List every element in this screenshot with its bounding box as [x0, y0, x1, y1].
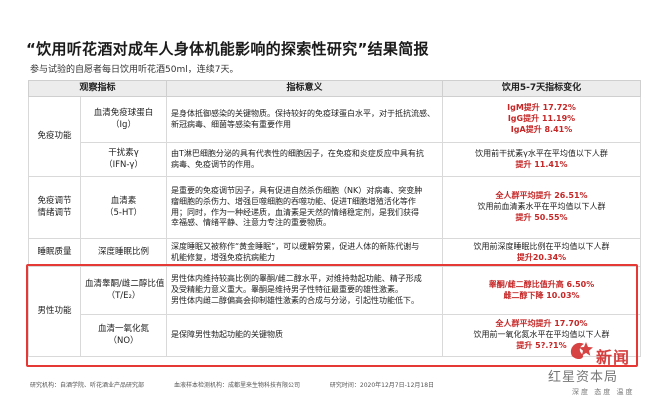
meaning-no: 是保障男性勃起功能的关键物质 [166, 314, 444, 357]
table-row: 血清一氧化氮 （NO） 是保障男性勃起功能的关键物质 全人群平均提升 17.70… [29, 314, 642, 357]
footer-lab: 血液样本检测机构：成都里来生物科技有限公司 [173, 382, 300, 389]
table-row: 男性功能 血清睾酮/雌二醇比值 （T/E₂） 男性体内维持较高比例的睾酮/雌二醇… [28, 266, 642, 357]
watermark-name: 红星资本局 [548, 370, 619, 385]
category-male: 男性功能 [28, 266, 81, 357]
page-title: “饮用听花酒对成年人身体机能影响的探索性研究”结果简报 [26, 40, 429, 58]
footer-org: 研究机构：自酒学院、听花酒业产品研究部 [30, 382, 145, 389]
header-observed-indicator: 观察指标 [27, 80, 168, 97]
change-te2: 睾酮/雌二醇比值升高 6.50% 雌二醇下降 10.03% [442, 266, 642, 315]
change-ig: IgM提升 17.72% IgG提升 11.19% IgA提升 8.41% [442, 96, 642, 143]
table-header-row: 观察指标 指标意义 饮用5-7天指标变化 [27, 80, 642, 97]
table-row: 免疫功能 血清免疫球蛋白 （Ig） 是身体抵御感染的关键物质。保持较好的免疫球蛋… [28, 96, 642, 177]
meaning-te2: 男性体内维持较高比例的睾酮/雌二醇水平，对维持勃起功能、精子形成 及受精能力意义… [166, 266, 444, 315]
watermark-brand: 新闻 [596, 348, 631, 367]
indicator-deep-sleep: 深度睡眠比例 [79, 238, 168, 267]
page-subtitle: 参与试验的自愿者每日饮用听花酒50ml，连续7天。 [30, 65, 239, 75]
header-change: 饮用5-7天指标变化 [442, 80, 642, 97]
meaning-deep-sleep: 深度睡眠又被称作“黄金睡眠”，可以缓解劳累，促进人体的新陈代谢与 机能修复，增强… [166, 238, 444, 267]
change-deep-sleep: 饮用前深度睡眠比例在平均值以下人群 提升20.34% [442, 238, 642, 267]
footer-notes: 研究机构：自酒学院、听花酒业产品研究部 血液样本检测机构：成都里来生物科技有限公… [30, 380, 570, 389]
change-ifn: 饮用前干扰素γ水平在平均值以下人群 提升 11.41% [442, 142, 642, 177]
category-immune: 免疫功能 [28, 96, 81, 177]
indicator-te2: 血清睾酮/雌二醇比值 （T/E₂） [79, 266, 168, 315]
indicator-no: 血清一氧化氮 （NO） [79, 314, 168, 357]
meaning-5ht: 是重要的免疫调节因子，具有促进自然杀伤细胞（NK）对病毒、突变肿 瘤细胞的杀伤力… [166, 176, 444, 239]
category-sleep: 睡眠质量 [28, 238, 81, 267]
indicator-5ht: 血清素 （5-HT） [79, 176, 168, 239]
category-immune-emotion: 免疫调节 情绪调节 [28, 176, 81, 239]
results-table: 观察指标 指标意义 饮用5-7天指标变化 免疫功能 血清免疫球蛋白 （Ig） 是… [27, 80, 642, 357]
meaning-ifn: 由T淋巴细胞分泌的具有代表性的细胞因子，在免疫和炎症反应中具有抗 病毒、免疫调节… [166, 142, 444, 177]
footer-time: 研究时间：2020年12月7日-12月18日 [329, 382, 435, 389]
meaning-ig: 是身体抵御感染的关键物质。保持较好的免疫球蛋白水平，对于抵抗流感、 新冠病毒、细… [166, 96, 444, 143]
change-5ht: 全人群平均提升 26.51% 饮用前血清素水平在平均值以下人群 提升 50.55… [442, 176, 642, 239]
header-meaning: 指标意义 [166, 80, 444, 97]
indicator-ig: 血清免疫球蛋白 （Ig） [79, 96, 168, 143]
table-row: 干扰素γ （IFN-γ） 由T淋巴细胞分泌的具有代表性的细胞因子，在免疫和炎症反… [29, 142, 642, 177]
table-row: 免疫调节 情绪调节 血清素 （5-HT） 是重要的免疫调节因子，具有促进自然杀伤… [28, 176, 642, 239]
indicator-ifn: 干扰素γ （IFN-γ） [79, 142, 168, 177]
watermark-tagline: 深度 态度 温度 [572, 388, 635, 396]
table-row: 睡眠质量 深度睡眠比例 深度睡眠又被称作“黄金睡眠”，可以缓解劳累，促进人体的新… [28, 238, 642, 267]
